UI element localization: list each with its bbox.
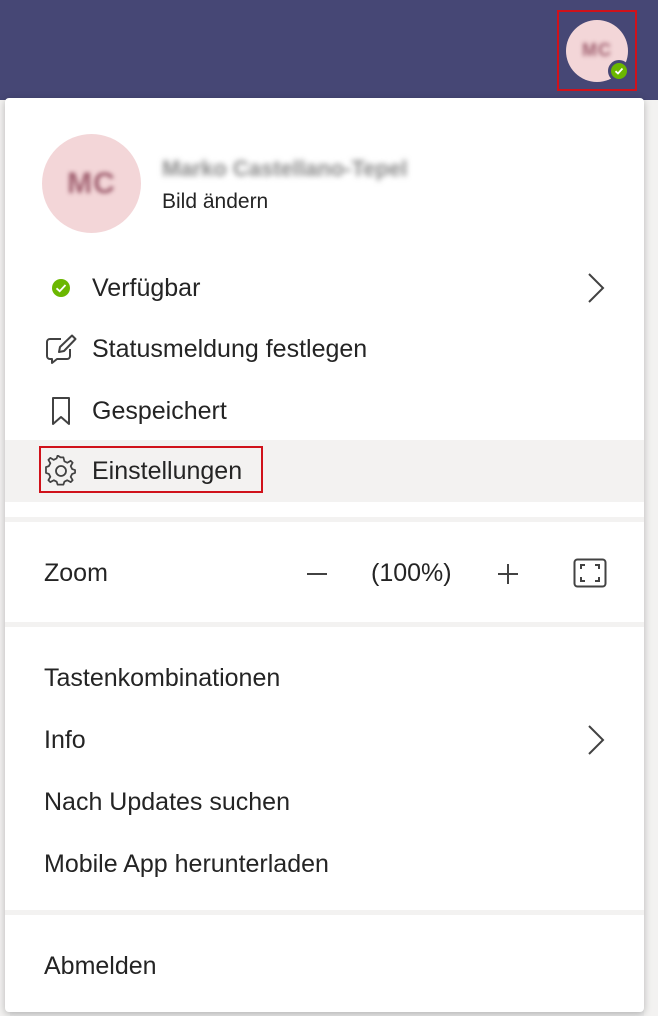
background-panel-right	[644, 100, 658, 1016]
menu-item-settings[interactable]: Einstellungen	[5, 440, 644, 502]
profile-avatar[interactable]: MC	[42, 134, 141, 233]
gear-icon	[45, 455, 77, 487]
menu-item-sign-out[interactable]: Abmelden	[5, 935, 644, 997]
menu-item-saved[interactable]: Gespeichert	[5, 380, 644, 442]
avatar-initials: MC	[582, 40, 612, 60]
avatar: MC	[566, 19, 630, 82]
menu-item-label: Einstellungen	[92, 456, 243, 485]
menu-item-label: Info	[44, 725, 86, 754]
menu-item-label: Mobile App herunterladen	[44, 849, 329, 878]
menu-item-availability[interactable]: Verfügbar	[5, 257, 644, 319]
bookmark-icon	[45, 395, 77, 427]
profile-initials: MC	[67, 166, 116, 200]
divider	[5, 910, 644, 915]
menu-item-label: Tastenkombinationen	[44, 663, 281, 692]
presence-available-icon	[608, 59, 630, 82]
menu-item-keyboard-shortcuts[interactable]: Tastenkombinationen	[5, 647, 644, 709]
change-picture-link[interactable]: Bild ändern	[162, 190, 407, 214]
menu-item-set-status-message[interactable]: Statusmeldung festlegen	[5, 318, 644, 380]
divider	[5, 622, 644, 627]
zoom-label: Zoom	[44, 559, 108, 587]
menu-item-label: Abmelden	[44, 951, 157, 980]
zoom-out-button[interactable]	[302, 554, 332, 594]
menu-item-label: Verfügbar	[92, 273, 201, 302]
menu-item-info[interactable]: Info	[5, 709, 644, 771]
chevron-right-icon	[588, 273, 605, 303]
menu-item-download-mobile-app[interactable]: Mobile App herunterladen	[5, 833, 644, 895]
zoom-level: (100%)	[371, 559, 452, 587]
profile-header: MC Marko Castellano-Tepel Bild ändern	[42, 134, 407, 233]
profile-avatar-button[interactable]: MC	[557, 10, 637, 91]
menu-item-label: Gespeichert	[92, 396, 227, 425]
zoom-in-button[interactable]	[493, 554, 523, 594]
fullscreen-icon[interactable]	[573, 558, 609, 592]
divider	[5, 517, 644, 522]
menu-item-check-updates[interactable]: Nach Updates suchen	[5, 771, 644, 833]
profile-menu: MC Marko Castellano-Tepel Bild ändern Ve…	[5, 98, 644, 1012]
chevron-right-icon	[588, 725, 605, 755]
profile-name: Marko Castellano-Tepel	[162, 155, 408, 181]
edit-note-icon	[45, 333, 77, 365]
menu-item-label: Statusmeldung festlegen	[92, 334, 368, 363]
zoom-row: Zoom (100%)	[5, 544, 644, 606]
menu-item-label: Nach Updates suchen	[44, 787, 290, 816]
available-dot-icon	[45, 272, 77, 304]
